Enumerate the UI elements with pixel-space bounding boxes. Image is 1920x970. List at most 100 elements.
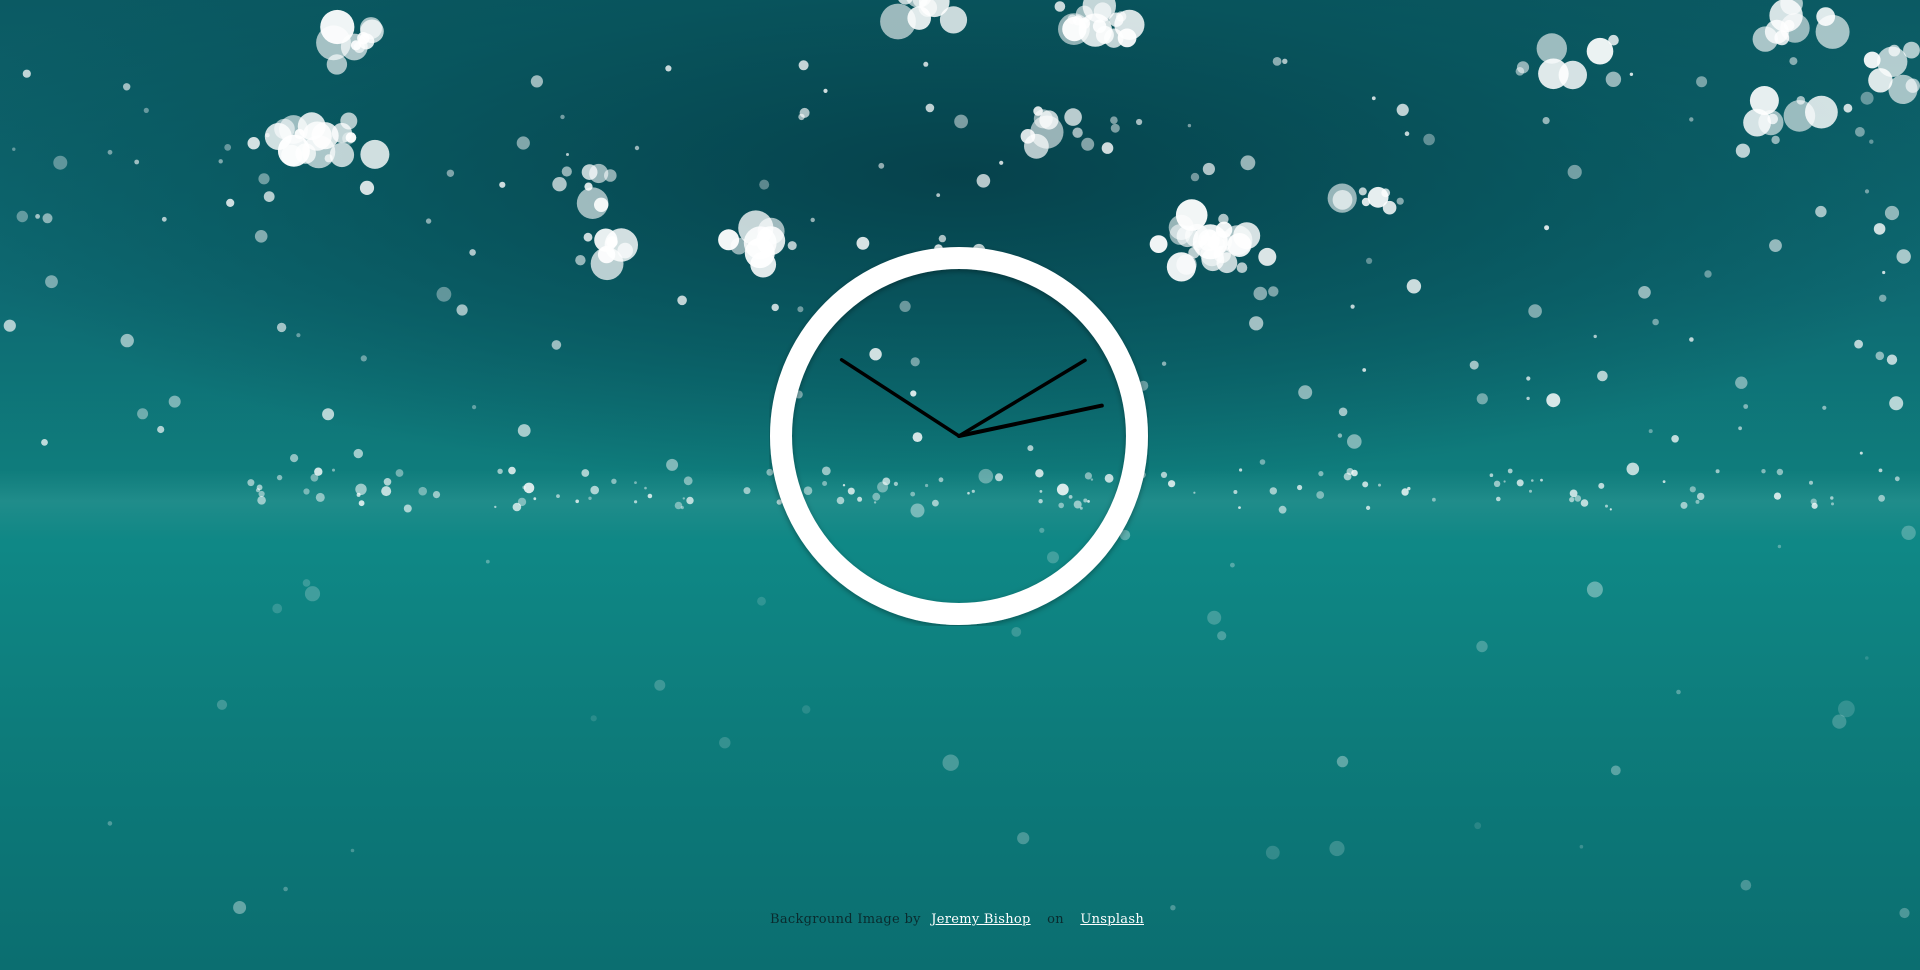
bubble [1239, 468, 1243, 472]
bubble [1860, 91, 1874, 105]
bubble [938, 234, 947, 243]
bubble [497, 468, 503, 474]
bubble [1269, 487, 1278, 495]
bubble [1366, 505, 1371, 510]
bubble [1336, 755, 1349, 768]
bubble [590, 715, 597, 722]
bubble [1586, 37, 1614, 65]
bubble [247, 137, 260, 150]
bubble [823, 88, 828, 93]
bubble [1875, 351, 1885, 361]
unsplash-link[interactable]: Unsplash [1080, 912, 1144, 927]
bubble [258, 173, 270, 185]
bubble [1609, 508, 1612, 511]
bubble [1268, 286, 1279, 297]
bubble [1888, 74, 1918, 104]
bubble [1222, 225, 1253, 256]
bubble [560, 114, 565, 120]
bubble [566, 153, 569, 156]
bubble [265, 133, 270, 138]
bubble [418, 486, 428, 496]
bubble [878, 162, 885, 169]
bubble [1878, 468, 1883, 473]
bubble [1423, 133, 1435, 146]
bubble [1886, 354, 1898, 365]
bubble [1579, 844, 1584, 849]
bubble [1544, 225, 1550, 231]
bubble [575, 499, 579, 504]
bubble [1865, 656, 1869, 660]
bubble [3, 319, 16, 332]
bubble [1236, 262, 1248, 274]
bubble [1238, 506, 1241, 509]
bubble [556, 494, 560, 498]
bubble [1593, 334, 1597, 339]
bubble [395, 469, 404, 477]
bubble [456, 304, 468, 316]
bubble [1343, 472, 1352, 481]
bubble [1526, 376, 1531, 381]
bubble [247, 479, 255, 487]
clock-minute-hand [957, 358, 1087, 438]
bubble [954, 114, 968, 129]
bubble [1404, 131, 1410, 136]
bubble [107, 149, 113, 155]
bubble [939, 6, 968, 34]
bubble [647, 493, 653, 499]
bubble [403, 504, 412, 513]
bubble [1815, 205, 1827, 218]
bubble [218, 159, 223, 164]
bubble [360, 139, 390, 169]
bubble [1855, 126, 1865, 137]
credit-joiner: on [1047, 912, 1064, 927]
bubble [1877, 46, 1908, 77]
bubble [1272, 57, 1282, 66]
bubble [472, 405, 477, 410]
bubble [1605, 71, 1622, 88]
bubble [743, 487, 751, 495]
bubble [283, 886, 288, 892]
bubble [1110, 116, 1118, 124]
bubble [588, 496, 592, 500]
bubble [1347, 434, 1362, 449]
bubble [1378, 483, 1381, 487]
bubble [1878, 494, 1885, 502]
bubble [143, 107, 149, 113]
bubble [1889, 396, 1904, 411]
bubble [499, 181, 506, 188]
bubble [1859, 451, 1863, 455]
bubble [798, 113, 805, 121]
bubble [1735, 143, 1750, 158]
bubble [1783, 19, 1795, 31]
bubble [1676, 689, 1681, 695]
bubble [1822, 405, 1827, 410]
bubble [1362, 481, 1369, 488]
bubble [1190, 172, 1200, 182]
bubble [976, 174, 991, 188]
bubble [1662, 480, 1666, 483]
bubble [1187, 123, 1192, 128]
bubble [304, 586, 321, 602]
bubble [1361, 197, 1371, 207]
bubble [1160, 471, 1168, 478]
bubble [1605, 504, 1608, 508]
bubble [1316, 491, 1325, 499]
bubble [1773, 492, 1782, 500]
bubble [1610, 765, 1621, 776]
bubble [1278, 505, 1287, 514]
author-link[interactable]: Jeremy Bishop [931, 912, 1030, 927]
bubble [296, 333, 301, 338]
bubble [263, 191, 275, 203]
bubble [22, 69, 31, 78]
bubble [224, 144, 232, 151]
bubble [1715, 469, 1720, 474]
bubble [1531, 479, 1534, 482]
bubble [35, 214, 40, 219]
bubble [1240, 155, 1256, 171]
bubble [1626, 462, 1640, 476]
bubble [1816, 7, 1836, 26]
bubble [1529, 489, 1532, 493]
bubble [1863, 51, 1881, 69]
bubble [1569, 489, 1578, 498]
bubble [1526, 396, 1530, 401]
